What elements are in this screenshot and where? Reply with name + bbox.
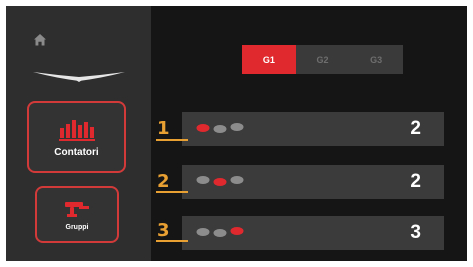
dot-indicator-3 — [196, 227, 244, 237]
callout-line-3 — [156, 240, 188, 242]
callout-number-2: 2 — [157, 171, 170, 192]
callout-line-2 — [156, 191, 188, 193]
callout-number-3: 3 — [157, 220, 170, 241]
indicator-dot — [196, 176, 210, 184]
home-icon[interactable] — [33, 33, 47, 47]
indicator-dot — [230, 176, 244, 184]
counter-value-1: 2 — [410, 118, 421, 139]
callout-line-1 — [156, 139, 188, 141]
brand-logo — [33, 72, 125, 82]
indicator-dot — [213, 125, 227, 133]
callout-number-1: 1 — [157, 118, 170, 139]
indicator-dot — [213, 229, 227, 237]
counter-row-3[interactable]: 3 — [182, 216, 444, 250]
nav-button-gruppi[interactable]: Gruppi — [35, 186, 119, 243]
indicator-dot — [230, 123, 244, 131]
indicator-dot — [230, 227, 244, 235]
nav-label-gruppi: Gruppi — [65, 223, 89, 231]
group-tab-g3[interactable]: G3 — [349, 45, 403, 74]
group-tab-g2[interactable]: G2 — [296, 45, 350, 74]
nav-label-contatori: Contatori — [54, 146, 99, 158]
counter-row-1[interactable]: 2 — [182, 112, 444, 146]
bar-chart-icon — [58, 119, 95, 141]
wrench-icon — [65, 201, 89, 217]
nav-button-contatori[interactable]: Contatori — [27, 101, 126, 173]
indicator-dot — [213, 178, 227, 186]
indicator-dot — [196, 228, 210, 236]
counter-value-3: 3 — [410, 222, 421, 243]
indicator-dot — [196, 124, 210, 132]
sidebar: Contatori Gruppi — [6, 6, 151, 261]
dot-indicator-1 — [196, 123, 244, 133]
counter-row-2[interactable]: 2 — [182, 165, 444, 199]
display-screen: Contatori Gruppi G1 G2 G3 2 2 3 1 2 3 — [6, 6, 467, 261]
group-tab-g1[interactable]: G1 — [242, 45, 296, 74]
dot-indicator-2 — [196, 176, 244, 186]
counter-value-2: 2 — [410, 171, 421, 192]
group-selector: G1 G2 G3 — [242, 45, 403, 74]
